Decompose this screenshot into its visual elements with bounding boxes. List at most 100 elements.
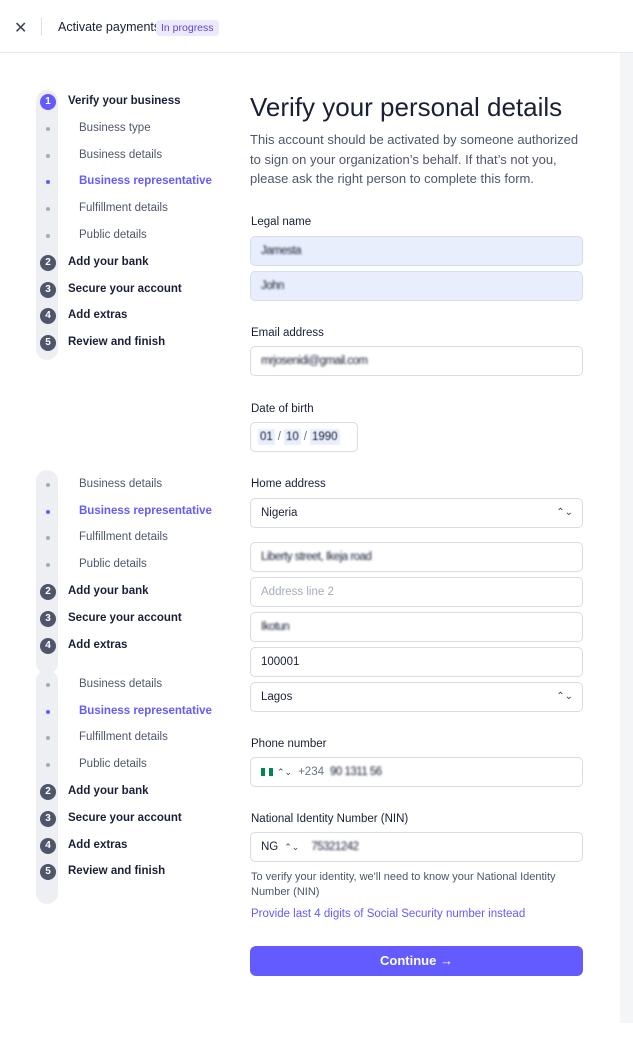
step-dot-icon	[46, 682, 50, 687]
postal-value: 100001	[261, 656, 300, 668]
step-dot-icon	[46, 153, 50, 158]
sidebar-step[interactable]: Business details	[36, 673, 226, 700]
phone-value: 90 1311 56	[330, 766, 382, 778]
sidebar-step-label: Fulfillment details	[79, 202, 168, 215]
status-badge: In progress	[156, 20, 219, 36]
step-number-badge: 2	[40, 584, 56, 600]
phone-prefix: +234	[298, 766, 324, 778]
state-value: Lagos	[261, 691, 293, 703]
sidebar-step[interactable]: 2 Add your bank	[36, 780, 226, 807]
legal-name-label: Legal name	[251, 216, 312, 228]
sidebar-step[interactable]: Business details	[36, 144, 226, 171]
first-name-input[interactable]: Jamesta	[250, 236, 583, 266]
ssn-link[interactable]: Provide last 4 digits of Social Security…	[251, 908, 525, 920]
sidebar-step[interactable]: 2 Add your bank	[36, 580, 226, 607]
first-name-value: Jamesta	[261, 245, 301, 257]
phone-label: Phone number	[251, 738, 327, 750]
dob-year[interactable]: 1990	[310, 429, 340, 445]
step-dot-icon	[46, 709, 50, 714]
sidebar-step-label: Review and finish	[68, 336, 166, 349]
sidebar-step[interactable]: Public details	[36, 753, 226, 780]
city-input[interactable]: Ikotun	[250, 612, 583, 642]
sidebar-step[interactable]: Fulfillment details	[36, 526, 226, 553]
sidebar-step-label: Secure your account	[68, 611, 182, 624]
email-value: mrjosenidi@gmail.com	[261, 355, 368, 367]
sidebar-step[interactable]: 3 Secure your account	[36, 278, 226, 305]
email-field[interactable]: mrjosenidi@gmail.com	[250, 346, 583, 376]
sidebar-step-label: Add extras	[68, 838, 128, 851]
sidebar-step[interactable]: 4 Add extras	[36, 834, 226, 861]
sidebar-step-label: Business details	[79, 148, 163, 161]
sidebar-step-label: Add your bank	[68, 585, 149, 597]
chevron-updown-icon[interactable]: ⌃⌄	[284, 842, 299, 852]
divider	[41, 18, 42, 36]
dob-day[interactable]: 01	[258, 429, 275, 445]
step-number-badge: 3	[40, 810, 56, 827]
sidebar-step[interactable]: Business representative	[36, 170, 226, 197]
sidebar-step[interactable]: Fulfillment details	[36, 197, 226, 224]
address-line2-placeholder: Address line 2	[261, 586, 334, 598]
chevron-updown-icon: ⌃⌄	[556, 507, 573, 518]
sidebar-step[interactable]: 5 Review and finish	[36, 331, 226, 358]
sidebar-step[interactable]: 1 Verify your business	[36, 90, 226, 117]
nigeria-flag-icon[interactable]	[261, 767, 273, 776]
sidebar-step[interactable]: 4 Add extras	[36, 634, 226, 661]
sidebar-step-label: Add extras	[68, 309, 128, 322]
step-dot-icon	[46, 180, 50, 185]
sidebar-step[interactable]: Public details	[36, 553, 226, 580]
email-label: Email address	[251, 327, 324, 339]
step-number-badge: 2	[40, 254, 56, 271]
sidebar-step[interactable]: 4 Add extras	[36, 304, 226, 331]
city-value: Ikotun	[261, 621, 290, 633]
step-dot-icon	[46, 763, 50, 768]
step-number-badge: 1	[40, 94, 56, 110]
dob-month[interactable]: 10	[284, 429, 301, 445]
sidebar-step[interactable]: Business type	[36, 117, 226, 144]
nin-value: 75321242	[311, 841, 359, 853]
sidebar-step-list: Business typeBusiness detailsBusiness re…	[36, 470, 226, 674]
sidebar-step-label: Public details	[79, 758, 147, 771]
sidebar-step-label: Fulfillment details	[79, 731, 168, 744]
state-select[interactable]: Lagos ⌃⌄	[250, 682, 583, 712]
sidebar-step[interactable]: 3 Secure your account	[36, 807, 226, 834]
sidebar-step[interactable]: Fulfillment details	[36, 726, 226, 753]
chevron-updown-icon[interactable]: ⌃⌄	[277, 767, 292, 777]
address-line1-input[interactable]: Liberty street, Ikeja road	[250, 542, 583, 572]
sidebar-step-list: 1 Verify your business Business type Busine…	[36, 90, 226, 360]
sidebar-step[interactable]: Business details	[36, 473, 226, 500]
step-dot-icon	[46, 126, 50, 131]
last-name-input[interactable]: John	[250, 271, 583, 301]
phone-field[interactable]: ⌃⌄ +234 90 1311 56	[250, 757, 583, 787]
continue-button[interactable]: Continue →	[250, 946, 583, 976]
page-title: Activate payments	[58, 20, 161, 34]
form-heading: Verify your personal details	[250, 92, 563, 122]
sidebar-step-label: Secure your account	[68, 811, 182, 824]
step-dot-icon	[46, 509, 50, 514]
sidebar-step-label: Public details	[79, 558, 147, 571]
step-dot-icon	[46, 536, 50, 541]
sidebar-step[interactable]: Public details	[36, 224, 226, 251]
sidebar-step[interactable]: 3 Secure your account	[36, 607, 226, 634]
sidebar-step[interactable]: Business representative	[36, 500, 226, 527]
step-dot-icon	[46, 234, 50, 238]
nin-label: National Identity Number (NIN)	[251, 813, 409, 825]
close-icon[interactable]: ✕	[14, 18, 27, 37]
sidebar-step[interactable]: 2 Add your bank	[36, 251, 226, 278]
sidebar-step-label: Secure your account	[68, 282, 182, 295]
nin-country[interactable]: NG	[261, 841, 278, 853]
postal-code-input[interactable]: 100001	[250, 647, 583, 677]
scrollbar-track[interactable]	[620, 53, 633, 1023]
step-number-badge: 4	[40, 837, 56, 854]
step-dot-icon	[46, 207, 50, 212]
sidebar-step-label: Business representative	[79, 175, 212, 188]
nin-field[interactable]: NG ⌃⌄ 75321242	[250, 832, 583, 862]
address-line2-input[interactable]: Address line 2	[250, 577, 583, 607]
last-name-value: John	[261, 280, 284, 292]
date-of-birth-field[interactable]: 01/10/1990	[250, 422, 358, 452]
step-number-badge: 4	[40, 308, 56, 325]
sidebar-step[interactable]: Business representative	[36, 700, 226, 727]
step-dot-icon	[46, 563, 50, 568]
country-select[interactable]: Nigeria ⌃⌄	[250, 498, 583, 528]
sidebar-step-list: Business typeBusiness detailsBusiness re…	[36, 670, 226, 904]
sidebar-step[interactable]: 5 Review and finish	[36, 860, 226, 887]
